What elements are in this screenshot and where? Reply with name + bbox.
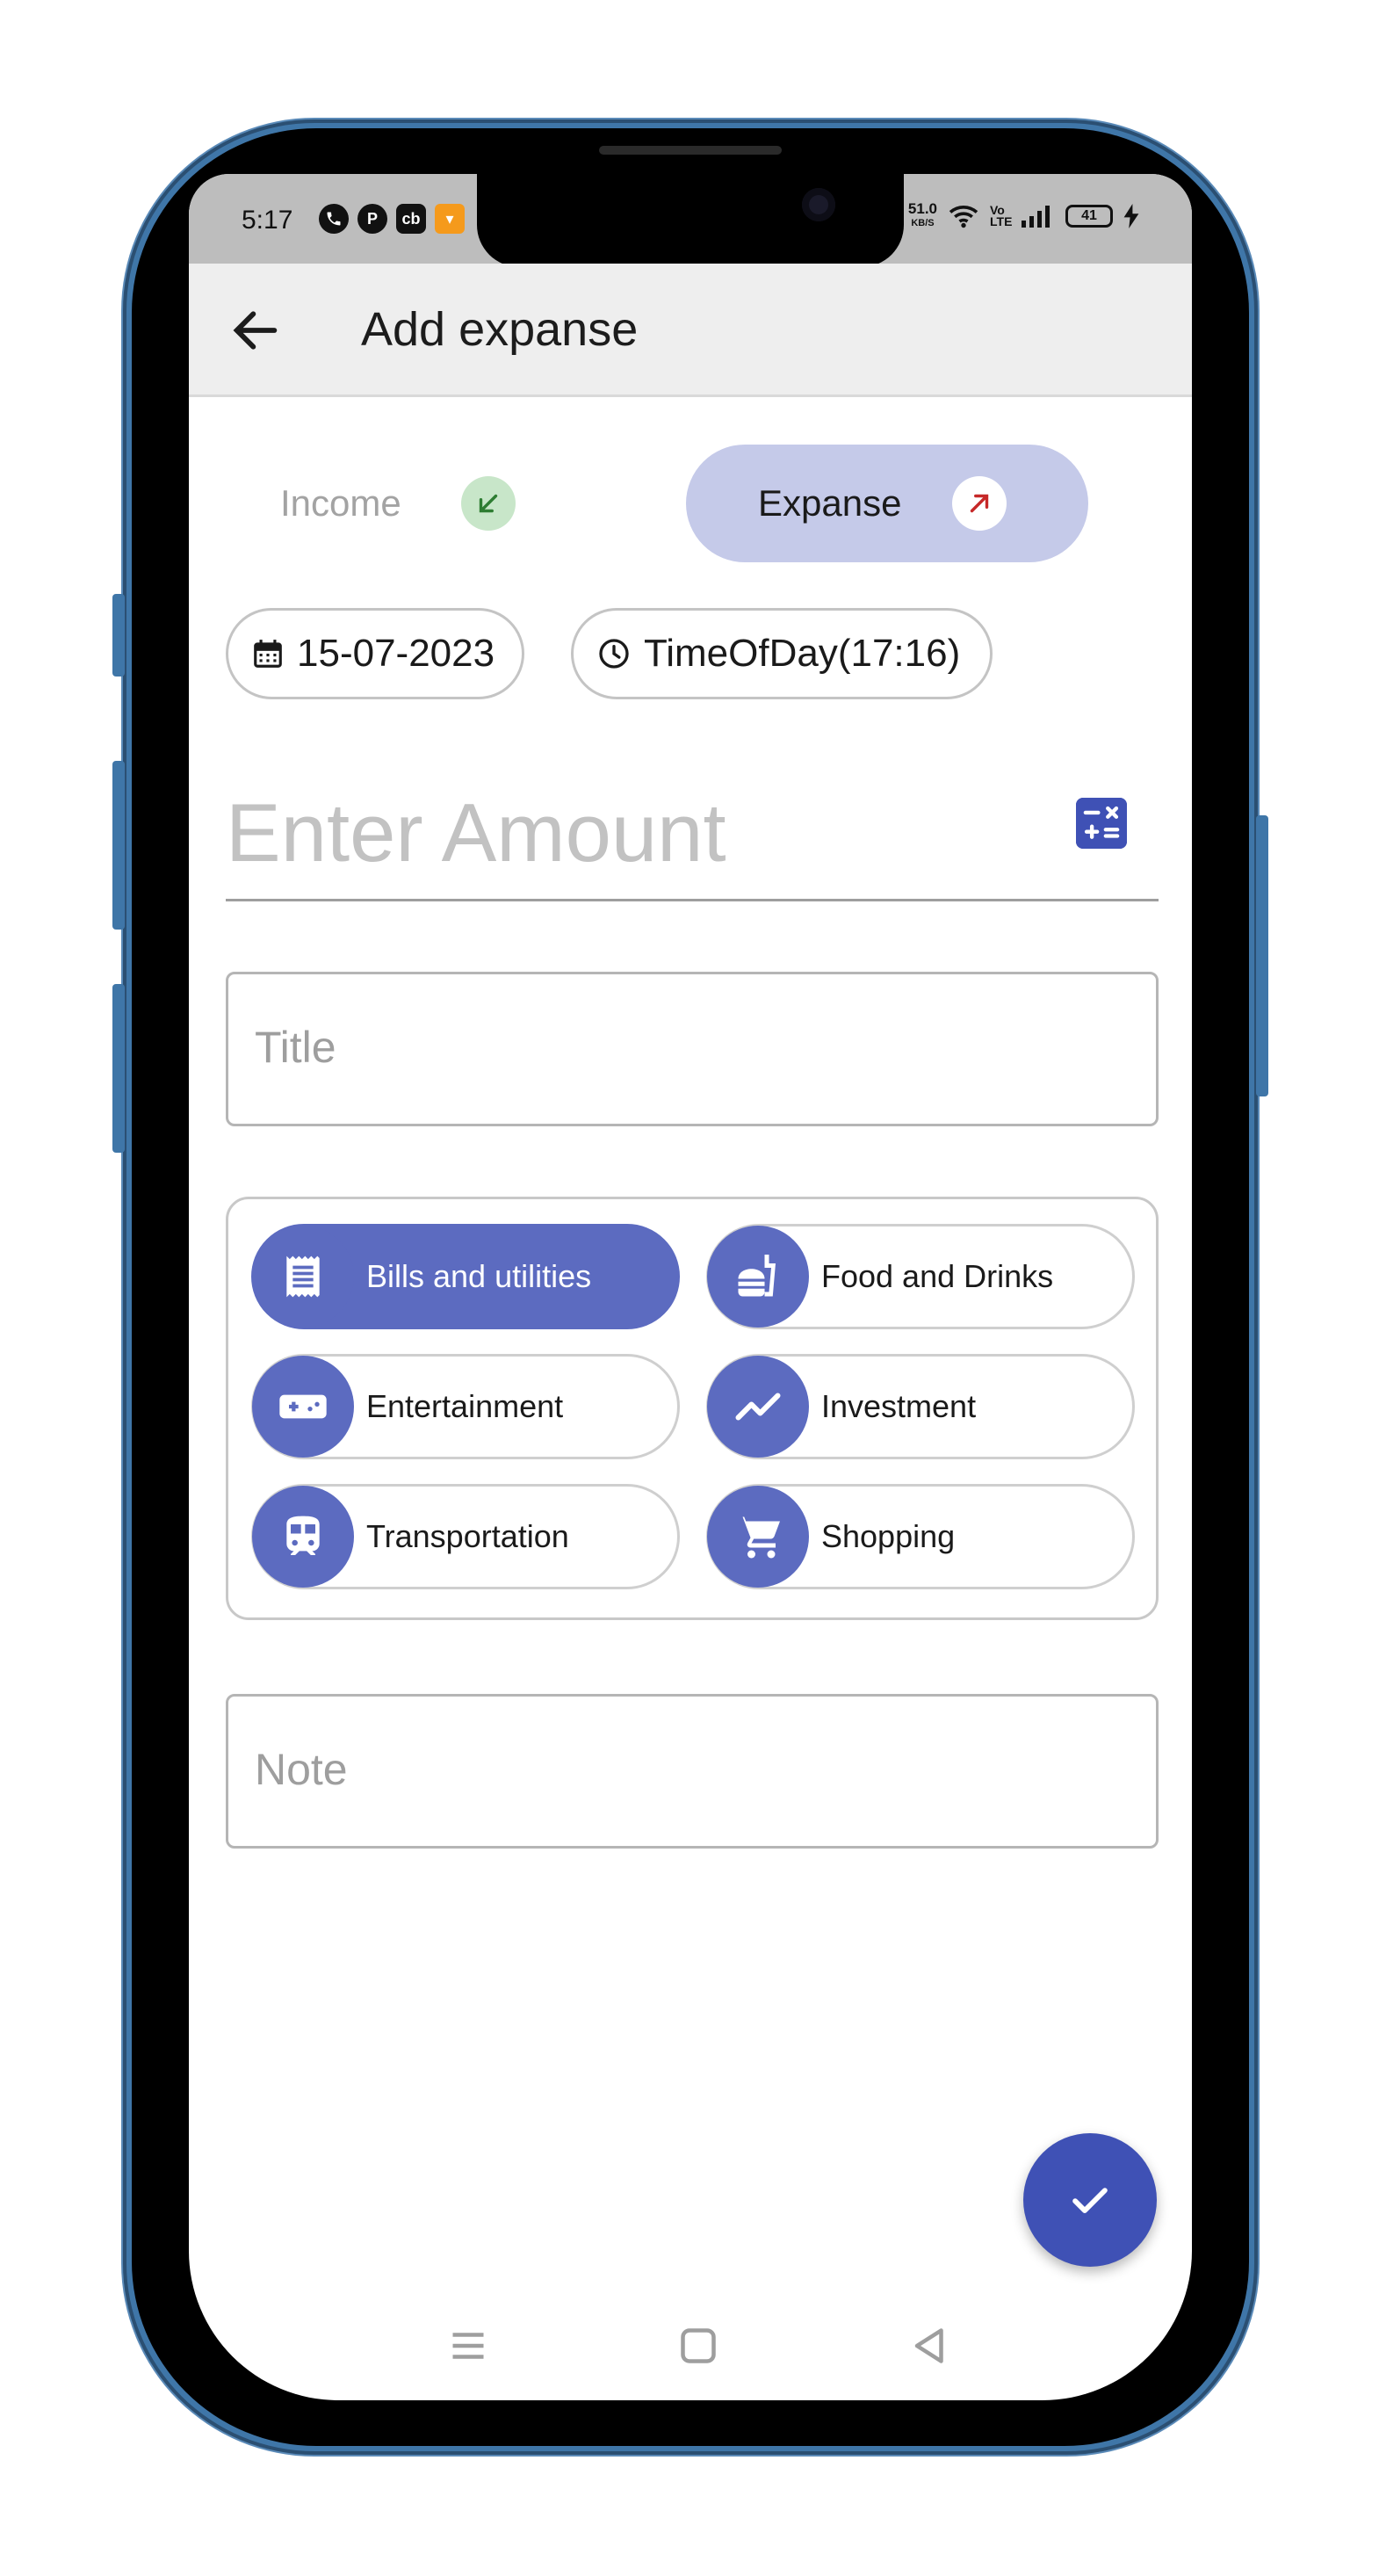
volte-icon: Vo LTE bbox=[990, 203, 1013, 228]
category-label: Transportation bbox=[366, 1518, 569, 1554]
calendar-icon bbox=[254, 640, 282, 668]
category-bills-and-utilities[interactable]: Bills and utilities bbox=[251, 1224, 680, 1329]
expense-toggle-button[interactable]: Expanse bbox=[686, 445, 1088, 562]
app-bar: Add expanse bbox=[189, 264, 1192, 397]
clock-icon bbox=[599, 639, 629, 669]
wifi-icon bbox=[949, 206, 978, 228]
phone-power-button bbox=[1256, 815, 1268, 1096]
page-title: Add expanse bbox=[361, 303, 639, 356]
category-transportation[interactable]: Transportation bbox=[251, 1484, 680, 1589]
amount-placeholder: Enter Amount bbox=[226, 786, 726, 879]
income-label: Income bbox=[280, 482, 401, 524]
category-selector: Bills and utilities Food and Drinks Ente… bbox=[226, 1197, 1159, 1620]
transaction-type-toggle: Income Expanse bbox=[189, 445, 1192, 562]
category-label: Food and Drinks bbox=[821, 1258, 1054, 1294]
title-input[interactable]: Title bbox=[226, 972, 1159, 1126]
phone-volume-up-button bbox=[112, 761, 125, 930]
home-icon[interactable] bbox=[672, 2319, 725, 2372]
system-status-icons: 51.0 KB/S Vo LTE 41 bbox=[907, 200, 1139, 230]
speaker-grill bbox=[599, 146, 782, 155]
charging-icon bbox=[1123, 204, 1139, 228]
phone-call-icon bbox=[319, 204, 349, 234]
category-label: Entertainment bbox=[366, 1388, 564, 1424]
trending-up-icon bbox=[707, 1356, 809, 1458]
amount-input[interactable]: Enter Amount bbox=[226, 754, 1159, 901]
receipt-icon bbox=[252, 1226, 354, 1328]
notification-icons: P cb ▾ bbox=[319, 204, 465, 234]
note-placeholder: Note bbox=[255, 1745, 348, 1794]
category-investment[interactable]: Investment bbox=[706, 1354, 1135, 1459]
camera-notch bbox=[477, 174, 904, 267]
arrow-down-left-icon bbox=[460, 476, 516, 531]
date-chip-label: 15-07-2023 bbox=[297, 632, 495, 675]
time-picker-chip[interactable]: TimeOfDay(17:16) bbox=[571, 608, 993, 699]
phone-volume-down-button bbox=[112, 984, 125, 1153]
fastfood-icon bbox=[707, 1226, 809, 1328]
gamepad-icon bbox=[252, 1356, 354, 1458]
status-bar: 5:17 P cb ▾ 51.0 KB/S Vo LTE 41 bbox=[189, 174, 1192, 267]
category-label: Bills and utilities bbox=[366, 1258, 592, 1294]
note-input[interactable]: Note bbox=[226, 1694, 1159, 1849]
check-icon bbox=[1072, 2188, 1108, 2213]
date-picker-chip[interactable]: 15-07-2023 bbox=[226, 608, 524, 699]
battery-indicator: 41 bbox=[1065, 205, 1113, 228]
category-label: Shopping bbox=[821, 1518, 956, 1554]
category-label: Investment bbox=[821, 1388, 977, 1424]
signal-icon bbox=[1022, 206, 1050, 228]
category-shopping[interactable]: Shopping bbox=[706, 1484, 1135, 1589]
system-navigation-bar bbox=[189, 2300, 1192, 2397]
shopping-cart-icon bbox=[707, 1486, 809, 1588]
category-entertainment[interactable]: Entertainment bbox=[251, 1354, 680, 1459]
save-fab-button[interactable] bbox=[1023, 2133, 1157, 2267]
front-camera bbox=[802, 188, 835, 221]
status-time: 5:17 bbox=[242, 206, 293, 235]
nav-back-icon[interactable] bbox=[904, 2319, 957, 2372]
orange-app-icon: ▾ bbox=[435, 204, 465, 234]
income-toggle-button[interactable]: Income bbox=[280, 445, 544, 562]
title-placeholder: Title bbox=[255, 1023, 336, 1072]
expense-label: Expanse bbox=[758, 482, 902, 524]
cb-app-icon: cb bbox=[396, 204, 426, 234]
arrow-up-right-icon bbox=[952, 476, 1007, 531]
calculator-icon[interactable] bbox=[1076, 798, 1127, 849]
app-screen: 5:17 P cb ▾ 51.0 KB/S Vo LTE 41 Add expa… bbox=[189, 174, 1192, 2400]
back-arrow-icon[interactable] bbox=[227, 302, 284, 358]
network-speed: 51.0 KB/S bbox=[907, 200, 937, 228]
train-icon bbox=[252, 1486, 354, 1588]
app-notification-icon: P bbox=[357, 204, 387, 234]
phone-side-button bbox=[112, 594, 125, 677]
time-chip-label: TimeOfDay(17:16) bbox=[644, 632, 961, 675]
category-food-and-drinks[interactable]: Food and Drinks bbox=[706, 1224, 1135, 1329]
recent-apps-icon[interactable] bbox=[442, 2319, 495, 2372]
